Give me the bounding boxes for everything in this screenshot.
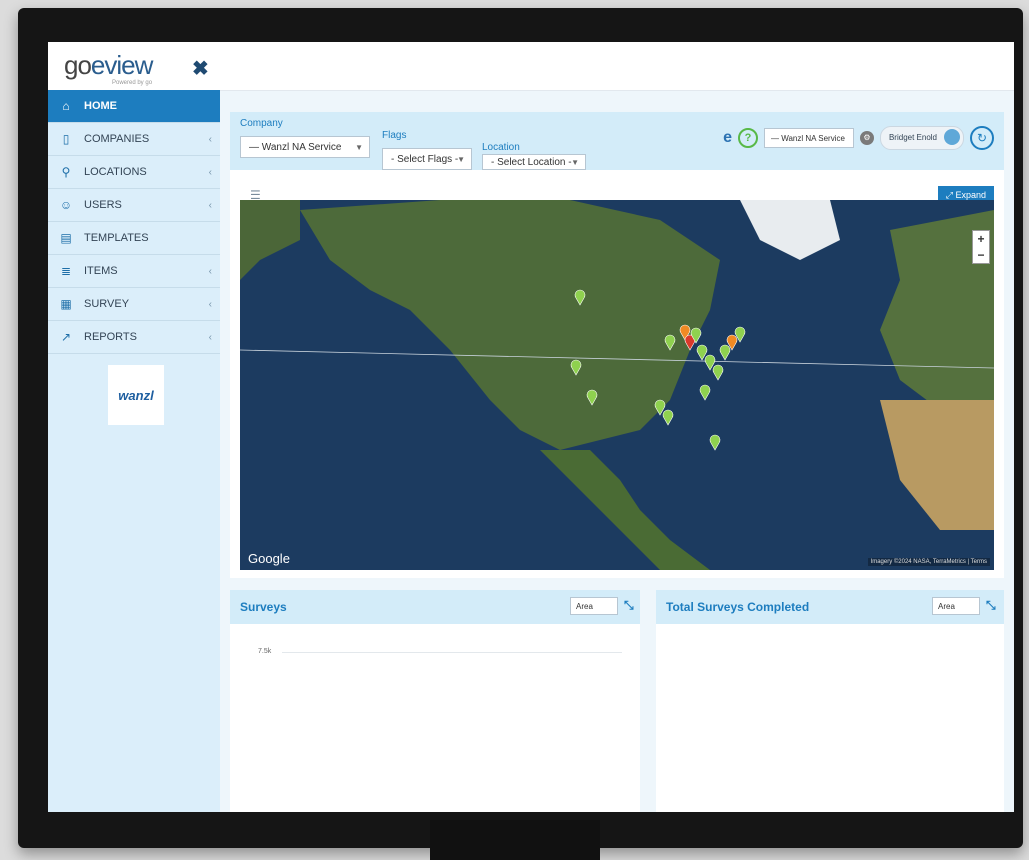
chevron-left-icon[interactable]: ‹ [209, 299, 212, 310]
list-icon: ≣ [60, 264, 72, 278]
sidebar-item-reports[interactable]: ↗ REPORTS ‹ [48, 321, 220, 354]
sidebar-item-home[interactable]: ⌂ HOME [48, 90, 220, 123]
ie-icon[interactable]: e [723, 129, 732, 147]
sidebar-item-items[interactable]: ≣ ITEMS ‹ [48, 255, 220, 288]
home-icon: ⌂ [62, 99, 70, 113]
fullscreen-icon[interactable]: ⤡ [986, 598, 996, 613]
logo-go: go [64, 50, 92, 80]
surveys-chart-type-value: Area [576, 602, 593, 611]
sidebar-item-label: COMPANIES [84, 133, 150, 145]
sidebar-nav: ⌂ HOME ▯ COMPANIES ‹ ⚲ LOCATIONS ‹ ☺ USERS ‹ ▤ TEMPL… [48, 90, 220, 354]
chevron-left-icon[interactable]: ‹ [209, 167, 212, 178]
sidebar-item-survey[interactable]: ▦ SURVEY ‹ [48, 288, 220, 321]
location-select[interactable]: - Select Location - ▼ [482, 154, 586, 170]
location-select-value: - Select Location - [491, 157, 572, 168]
surveys-panel-header: Surveys Area ⤡ [230, 590, 640, 624]
sidebar-item-label: REPORTS [84, 331, 137, 343]
map-attribution[interactable]: Imagery ©2024 NASA, TerraMetrics | Terms [867, 558, 990, 566]
settings-icon[interactable]: ⚙ [859, 131, 874, 145]
flags-select[interactable]: - Select Flags - ▼ [382, 148, 472, 170]
completed-panel-header: Total Surveys Completed Area ⤡ [656, 590, 1004, 624]
sidebar-item-label: ITEMS [84, 265, 118, 277]
map[interactable]: + − Google Imagery ©2024 NASA, TerraMetr… [240, 200, 994, 570]
zoom-in-button[interactable]: + [973, 231, 989, 247]
header-company-select[interactable]: — Wanzl NA Service [763, 128, 854, 148]
surveys-title: Surveys [240, 600, 287, 614]
google-logo: Google [248, 551, 290, 566]
map-imagery [240, 200, 994, 570]
header-tools: e ? — Wanzl NA Service ⚙ Bridget Enold ↻ [723, 126, 994, 150]
users-icon: ☺ [59, 198, 73, 212]
location-label: Location [482, 142, 520, 153]
gridline [282, 652, 622, 653]
company-select[interactable]: — Wanzl NA Service ▼ [240, 136, 370, 158]
wanzl-logo: wanzl [108, 365, 164, 425]
completed-chart-type-value: Area [938, 602, 955, 611]
help-icon[interactable]: ? [737, 128, 758, 148]
chevron-down-icon: ▼ [571, 158, 579, 167]
company-select-value: — Wanzl NA Service [249, 142, 342, 153]
refresh-icon[interactable]: ↻ [970, 126, 994, 150]
top-bar: goeview Powered by go ✖ [48, 42, 1014, 91]
chevron-left-icon[interactable]: ‹ [209, 134, 212, 145]
survey-icon: ▦ [60, 297, 72, 311]
chart-icon: ↗ [60, 330, 72, 344]
sidebar-item-label: SURVEY [84, 298, 130, 310]
sidebar-item-label: TEMPLATES [84, 232, 149, 244]
chevron-down-icon: ▼ [457, 155, 465, 164]
wanzl-logo-text: wanzl [118, 387, 154, 403]
avatar [944, 129, 960, 145]
sidebar-item-users[interactable]: ☺ USERS ‹ [48, 189, 220, 222]
y-tick-label: 7.5k [258, 648, 272, 655]
logo-eview: eview [90, 50, 153, 80]
flags-select-value: - Select Flags - [391, 154, 459, 165]
chevron-left-icon[interactable]: ‹ [209, 200, 212, 211]
surveys-panel: Surveys Area ⤡ 7.5k [230, 590, 640, 812]
chevron-down-icon: ▼ [355, 143, 363, 152]
zoom-control: + − [972, 230, 990, 264]
sidebar-item-templates[interactable]: ▤ TEMPLATES [48, 222, 220, 255]
close-sidebar-icon[interactable]: ✖ [192, 56, 209, 81]
chevron-left-icon[interactable]: ‹ [209, 332, 212, 343]
logo-subtitle: Powered by go [112, 80, 153, 86]
sidebar-item-locations[interactable]: ⚲ LOCATIONS ‹ [48, 156, 220, 189]
goeview-logo[interactable]: goeview Powered by go [64, 50, 153, 86]
sidebar-item-label: LOCATIONS [84, 166, 147, 178]
building-icon: ▯ [62, 132, 70, 146]
sidebar: ⌂ HOME ▯ COMPANIES ‹ ⚲ LOCATIONS ‹ ☺ USERS ‹ ▤ TEMPL… [48, 90, 220, 812]
company-label: Company [240, 118, 283, 129]
main-content: Company — Wanzl NA Service ▼ Flags - Sele… [220, 90, 1014, 812]
surveys-chart-type-select[interactable]: Area [570, 597, 618, 615]
sidebar-item-companies[interactable]: ▯ COMPANIES ‹ [48, 123, 220, 156]
sidebar-item-label: HOME [84, 100, 117, 112]
map-pin-icon: ⚲ [61, 165, 71, 179]
map-panel: ☰ ⤢ Expand + − Google Imagery ©2024 NASA… [230, 170, 1004, 578]
completed-chart-type-select[interactable]: Area [932, 597, 980, 615]
fullscreen-icon[interactable]: ⤡ [624, 598, 634, 613]
completed-title: Total Surveys Completed [666, 600, 810, 614]
monitor-stand [430, 820, 600, 860]
zoom-out-button[interactable]: − [973, 247, 989, 263]
header-company-value: — Wanzl NA Service [770, 134, 845, 143]
completed-panel: Total Surveys Completed Area ⤡ [656, 590, 1004, 812]
user-name: Bridget Enold [888, 133, 937, 142]
chevron-left-icon[interactable]: ‹ [209, 266, 212, 277]
filter-bar: Company — Wanzl NA Service ▼ Flags - Sele… [230, 112, 1004, 170]
template-icon: ▤ [60, 231, 72, 245]
sidebar-item-label: USERS [84, 199, 122, 211]
screen: goeview Powered by go ✖ ⌂ HOME ▯ COMPANIES ‹… [48, 42, 1014, 812]
user-menu[interactable]: Bridget Enold [879, 126, 964, 150]
flags-label: Flags [382, 130, 407, 141]
